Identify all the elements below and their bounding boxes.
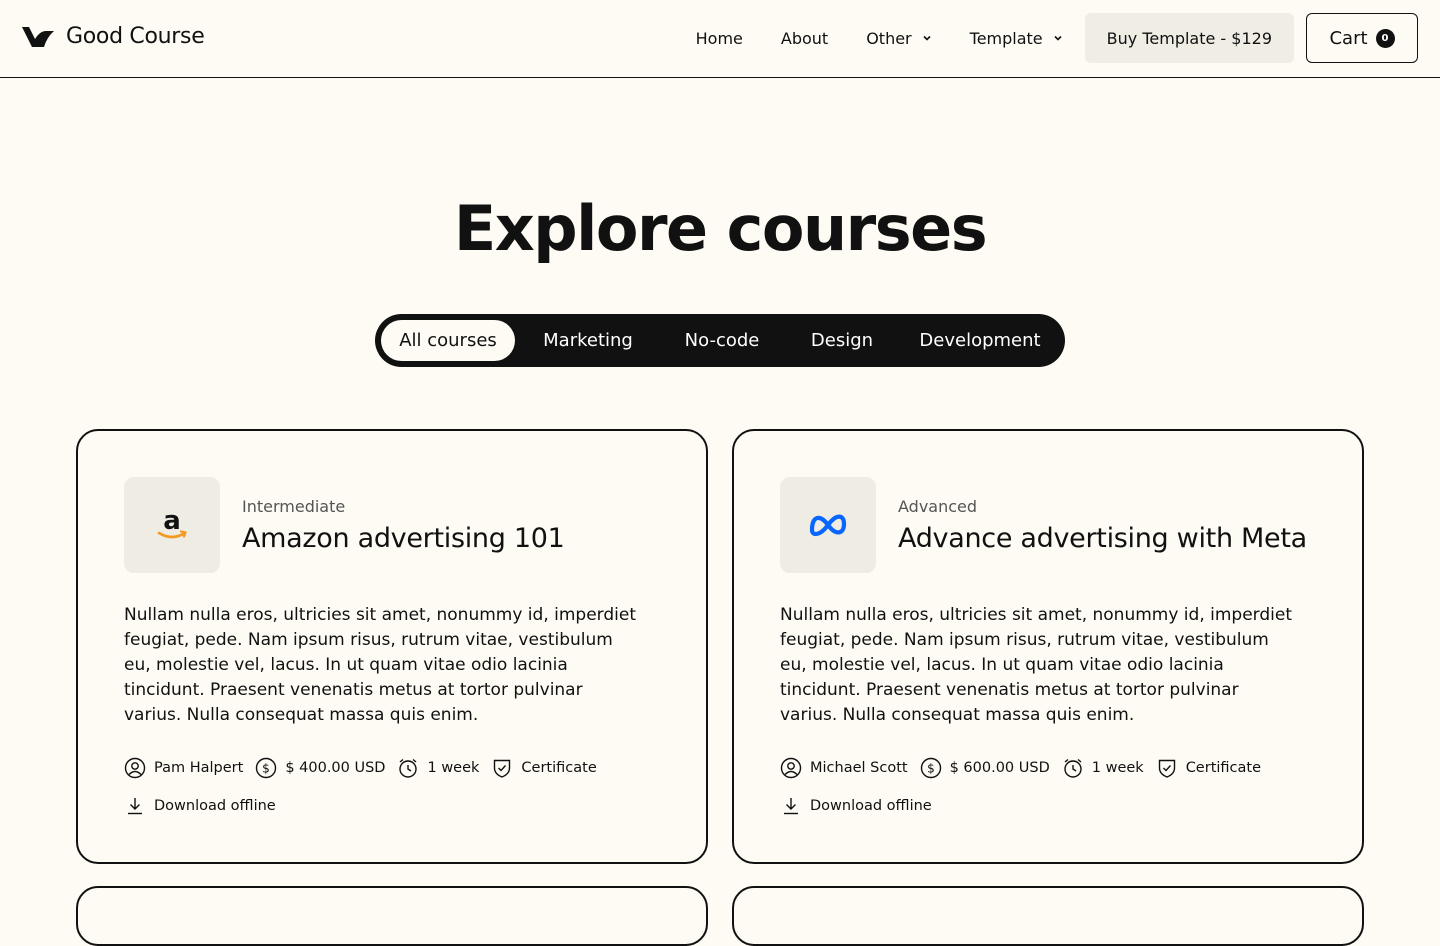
user-circle-icon [780,757,802,779]
amazon-logo-icon: a [157,506,187,539]
course-level: Advanced [898,497,978,516]
alarm-clock-icon [399,758,418,778]
course-card[interactable]: Advanced Advance advertising with Meta N… [732,429,1364,864]
price-meta: $ $ 600.00 USD [920,757,1050,779]
course-card[interactable]: a Intermediate Amazon advertising 101 Nu… [76,429,708,864]
nav-home[interactable]: Home [696,29,743,48]
course-title[interactable]: Advance advertising with Meta [898,523,1307,554]
course-meta: Michael Scott $ $ 600.00 USD 1 week Cert… [780,757,1261,779]
course-title[interactable]: Amazon advertising 101 [242,523,565,554]
chevron-down-icon [923,35,931,41]
download-label: Download offline [154,798,276,814]
course-level: Intermediate [242,497,346,516]
cart-count-badge: 0 [1375,28,1395,48]
tab-no-code[interactable]: No-code [661,320,783,361]
category-tabs: All courses Marketing No-code Design Dev… [375,314,1065,367]
instructor-meta: Michael Scott [780,757,908,779]
course-description: Nullam nulla eros, ultricies sit amet, n… [124,605,636,725]
chevron-down-icon [1054,35,1062,41]
course-duration: 1 week [427,760,480,776]
course-logo: a [124,477,220,573]
nav-about-label: About [780,28,829,48]
course-logo [780,477,876,573]
meta-logo-icon [809,514,847,537]
instructor-meta: Pam Halpert [124,757,243,779]
course-price: $ 400.00 USD [285,760,386,776]
nav-about[interactable]: About [781,29,828,48]
certificate-meta: Certificate [491,757,597,779]
page-title: Explore courses [453,192,988,265]
nav-home-label: Home [695,28,743,48]
dollar-circle-icon: $ [920,757,941,779]
tab-design[interactable]: Design [783,320,901,361]
nav-other-dropdown[interactable]: Other [866,29,931,48]
nav-other-label: Other [866,28,912,48]
shield-check-icon [494,759,511,778]
certificate-meta: Certificate [1156,757,1261,779]
price-meta: $ $ 400.00 USD [255,757,385,779]
main-nav: Home About Other Template Buy Template -… [696,13,1418,63]
cart-button[interactable]: Cart 0 [1306,13,1418,63]
svg-text:a: a [163,506,181,536]
user-circle-icon [124,757,146,779]
certificate-label: Certificate [1185,760,1262,776]
tab-all-courses[interactable]: All courses [381,320,515,361]
alarm-clock-icon [1064,758,1082,778]
course-duration: 1 week [1091,760,1144,776]
course-meta: Pam Halpert $ $ 400.00 USD 1 week Certif… [124,757,597,779]
download-icon [784,798,798,815]
brand-link[interactable]: Good Course [22,24,205,49]
instructor-name: Pam Halpert [154,760,244,776]
nav-template-dropdown[interactable]: Template [970,29,1063,48]
course-card-partial[interactable] [732,886,1364,946]
tab-marketing[interactable]: Marketing [515,320,661,361]
svg-text:$: $ [927,762,935,776]
tab-development[interactable]: Development [901,320,1059,361]
download-meta: Download offline [124,795,276,817]
site-header: Good Course Home About Other Template Bu… [0,0,1440,78]
nav-template-label: Template [969,28,1043,48]
certificate-label: Certificate [521,760,597,776]
svg-text:$: $ [262,762,270,776]
course-description: Nullam nulla eros, ultricies sit amet, n… [780,605,1292,725]
course-price: $ 600.00 USD [949,760,1050,776]
cart-label: Cart [1329,27,1368,49]
brand-name: Good Course [66,24,205,49]
buy-template-button[interactable]: Buy Template - $129 [1084,13,1294,63]
dollar-circle-icon: $ [256,757,277,779]
duration-meta: 1 week [1062,757,1144,779]
brand-logo-icon [22,26,54,47]
course-card-partial[interactable] [76,886,708,946]
shield-check-icon [1158,759,1175,778]
download-label: Download offline [810,798,932,814]
download-icon [128,798,142,815]
duration-meta: 1 week [397,757,479,779]
instructor-name: Michael Scott [810,760,908,776]
download-meta: Download offline [780,795,932,817]
